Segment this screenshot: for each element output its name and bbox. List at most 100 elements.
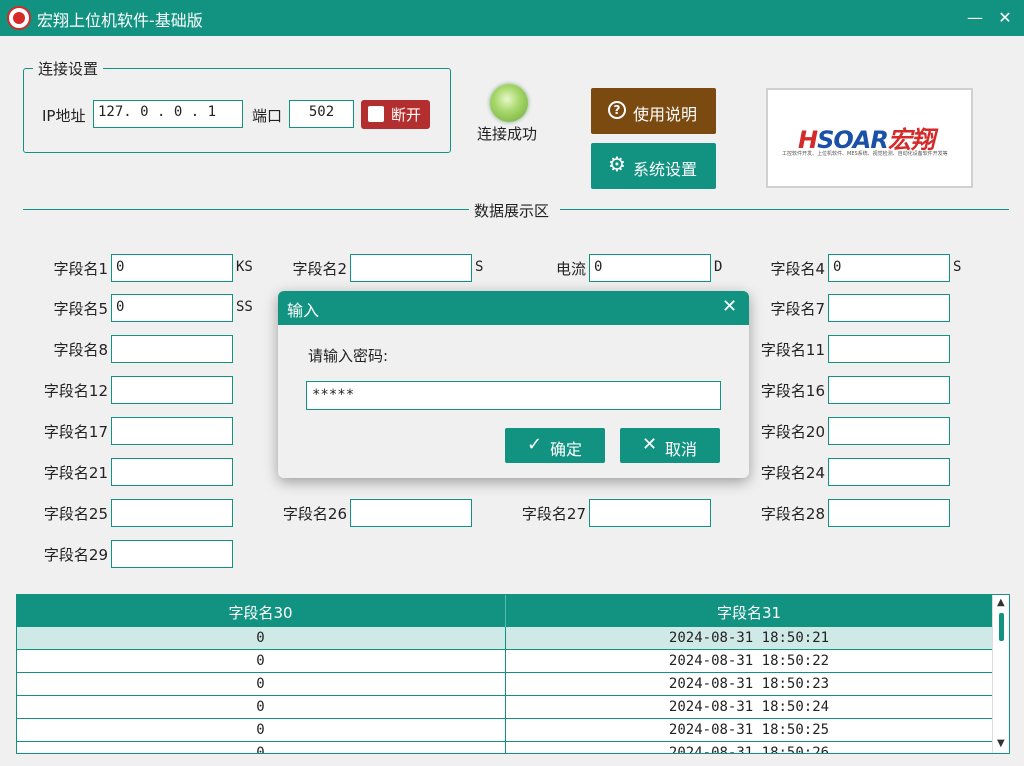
field-value-box[interactable] — [828, 376, 950, 404]
field-value-box[interactable] — [828, 499, 950, 527]
data-table: 字段名30 字段名31 0 2024-08-31 18:50:21 0 2024… — [16, 594, 1010, 754]
check-icon: ✓ — [527, 434, 543, 455]
password-input[interactable]: ***** — [306, 381, 721, 410]
table-row[interactable]: 0 2024-08-31 18:50:26 — [17, 742, 992, 754]
vertical-scrollbar[interactable]: ▲ ▼ — [992, 595, 1009, 753]
window-title: 宏翔上位机软件-基础版 — [37, 11, 203, 30]
field-value-box[interactable] — [828, 294, 950, 322]
field-label: 字段名16 — [760, 382, 825, 400]
table-cell: 0 — [256, 630, 265, 646]
field-value-box[interactable]: 0 — [111, 254, 233, 282]
connection-settings-group: 连接设置 IP地址 127. 0 . 0 . 1 端口 502 断开 — [23, 58, 451, 153]
field-label: 字段名5 — [53, 300, 108, 318]
disconnect-button[interactable]: 断开 — [361, 100, 430, 129]
gear-icon: ⚙ — [608, 152, 626, 176]
table-cell: 0 — [256, 653, 265, 669]
ok-button[interactable]: ✓ 确定 — [505, 428, 605, 463]
company-logo: HSOAR宏翔 工控软件开发、上位机软件、MES系统、视觉检测、自动化设备软件开… — [766, 88, 973, 188]
field-value-box[interactable] — [350, 499, 472, 527]
connection-group-title: 连接设置 — [33, 58, 104, 79]
field-label: 字段名8 — [53, 341, 108, 359]
scrollbar-thumb[interactable] — [999, 613, 1004, 641]
field-value-box[interactable] — [111, 499, 233, 527]
port-label: 端口 — [252, 107, 283, 125]
table-row[interactable]: 0 2024-08-31 18:50:21 — [17, 627, 992, 650]
field-value-box[interactable] — [111, 417, 233, 445]
connection-status-led-icon — [490, 84, 528, 122]
logo-tagline: 工控软件开发、上位机软件、MES系统、视觉检测、自动化设备软件开发等 — [782, 151, 948, 157]
system-settings-button[interactable]: ⚙ 系统设置 — [591, 143, 716, 189]
ip-label: IP地址 — [42, 107, 86, 125]
field-unit: KS — [236, 259, 253, 275]
dialog-title-bar: 输入 ✕ — [278, 291, 749, 325]
field-label: 字段名29 — [43, 546, 108, 564]
table-cell: 0 — [256, 745, 265, 754]
field-value-box[interactable] — [828, 335, 950, 363]
help-button[interactable]: ? 使用说明 — [591, 88, 716, 134]
field-label: 字段名26 — [282, 505, 347, 523]
table-row[interactable]: 0 2024-08-31 18:50:24 — [17, 696, 992, 719]
chevron-down-icon[interactable]: ▼ — [997, 738, 1005, 749]
field-value-box[interactable]: 0 — [111, 294, 233, 322]
ok-label: 确定 — [550, 440, 583, 459]
field-value-box[interactable] — [350, 254, 472, 282]
field-label: 字段名27 — [521, 505, 586, 523]
password-dialog: 输入 ✕ 请输入密码: ***** ✓ 确定 ✕ 取消 — [278, 291, 749, 478]
field-value-box[interactable]: 0 — [828, 254, 950, 282]
field-unit: S — [953, 259, 962, 275]
field-unit: D — [714, 259, 723, 275]
table-row[interactable]: 0 2024-08-31 18:50:23 — [17, 673, 992, 696]
field-value-box[interactable] — [589, 499, 711, 527]
field-label: 字段名20 — [760, 423, 825, 441]
field-label: 字段名25 — [43, 505, 108, 523]
close-icon: ✕ — [642, 434, 658, 455]
checkbox-icon — [368, 106, 384, 122]
field-value-box[interactable] — [828, 458, 950, 486]
cancel-label: 取消 — [665, 440, 698, 459]
field-value-box[interactable] — [111, 540, 233, 568]
disconnect-label: 断开 — [391, 106, 422, 124]
password-prompt: 请输入密码: — [308, 347, 389, 365]
field-label: 字段名1 — [53, 260, 108, 278]
table-row[interactable]: 0 2024-08-31 18:50:25 — [17, 719, 992, 742]
field-value-box[interactable] — [828, 417, 950, 445]
field-label: 字段名24 — [760, 464, 825, 482]
field-label: 字段名11 — [760, 341, 825, 359]
minimize-button[interactable]: — — [963, 6, 987, 30]
table-cell: 0 — [256, 699, 265, 715]
field-value-box[interactable]: 0 — [589, 254, 711, 282]
dialog-close-icon[interactable]: ✕ — [722, 296, 737, 317]
table-cell: 2024-08-31 18:50:22 — [505, 650, 992, 673]
close-button[interactable]: ✕ — [993, 6, 1017, 30]
question-icon: ? — [608, 101, 626, 119]
table-cell: 2024-08-31 18:50:25 — [505, 719, 992, 742]
dialog-title: 输入 — [287, 301, 320, 320]
chevron-up-icon[interactable]: ▲ — [997, 597, 1005, 608]
help-label: 使用说明 — [633, 105, 698, 124]
data-section-title: 数据展示区 — [474, 202, 550, 220]
field-label: 字段名2 — [292, 260, 347, 278]
title-bar: 宏翔上位机软件-基础版 — ✕ — [0, 0, 1024, 36]
field-label: 字段名4 — [770, 260, 825, 278]
field-value-box[interactable] — [111, 335, 233, 363]
field-value-box[interactable] — [111, 376, 233, 404]
table-cell: 2024-08-31 18:50:21 — [505, 627, 992, 650]
field-label: 字段名21 — [43, 464, 108, 482]
settings-label: 系统设置 — [633, 160, 698, 179]
field-unit: S — [475, 259, 484, 275]
table-header: 字段名30 字段名31 — [17, 595, 992, 627]
field-label: 字段名17 — [43, 423, 108, 441]
port-input[interactable]: 502 — [289, 100, 354, 128]
field-unit: SS — [236, 299, 253, 315]
field-label: 字段名12 — [43, 382, 108, 400]
app-logo-icon — [7, 6, 31, 30]
column-header[interactable]: 字段名30 — [17, 602, 504, 623]
table-cell: 2024-08-31 18:50:23 — [505, 673, 992, 696]
table-cell: 0 — [256, 676, 265, 692]
field-label: 字段名28 — [760, 505, 825, 523]
field-value-box[interactable] — [111, 458, 233, 486]
column-header[interactable]: 字段名31 — [505, 595, 992, 627]
cancel-button[interactable]: ✕ 取消 — [620, 428, 720, 463]
ip-address-input[interactable]: 127. 0 . 0 . 1 — [93, 100, 243, 128]
table-row[interactable]: 0 2024-08-31 18:50:22 — [17, 650, 992, 673]
